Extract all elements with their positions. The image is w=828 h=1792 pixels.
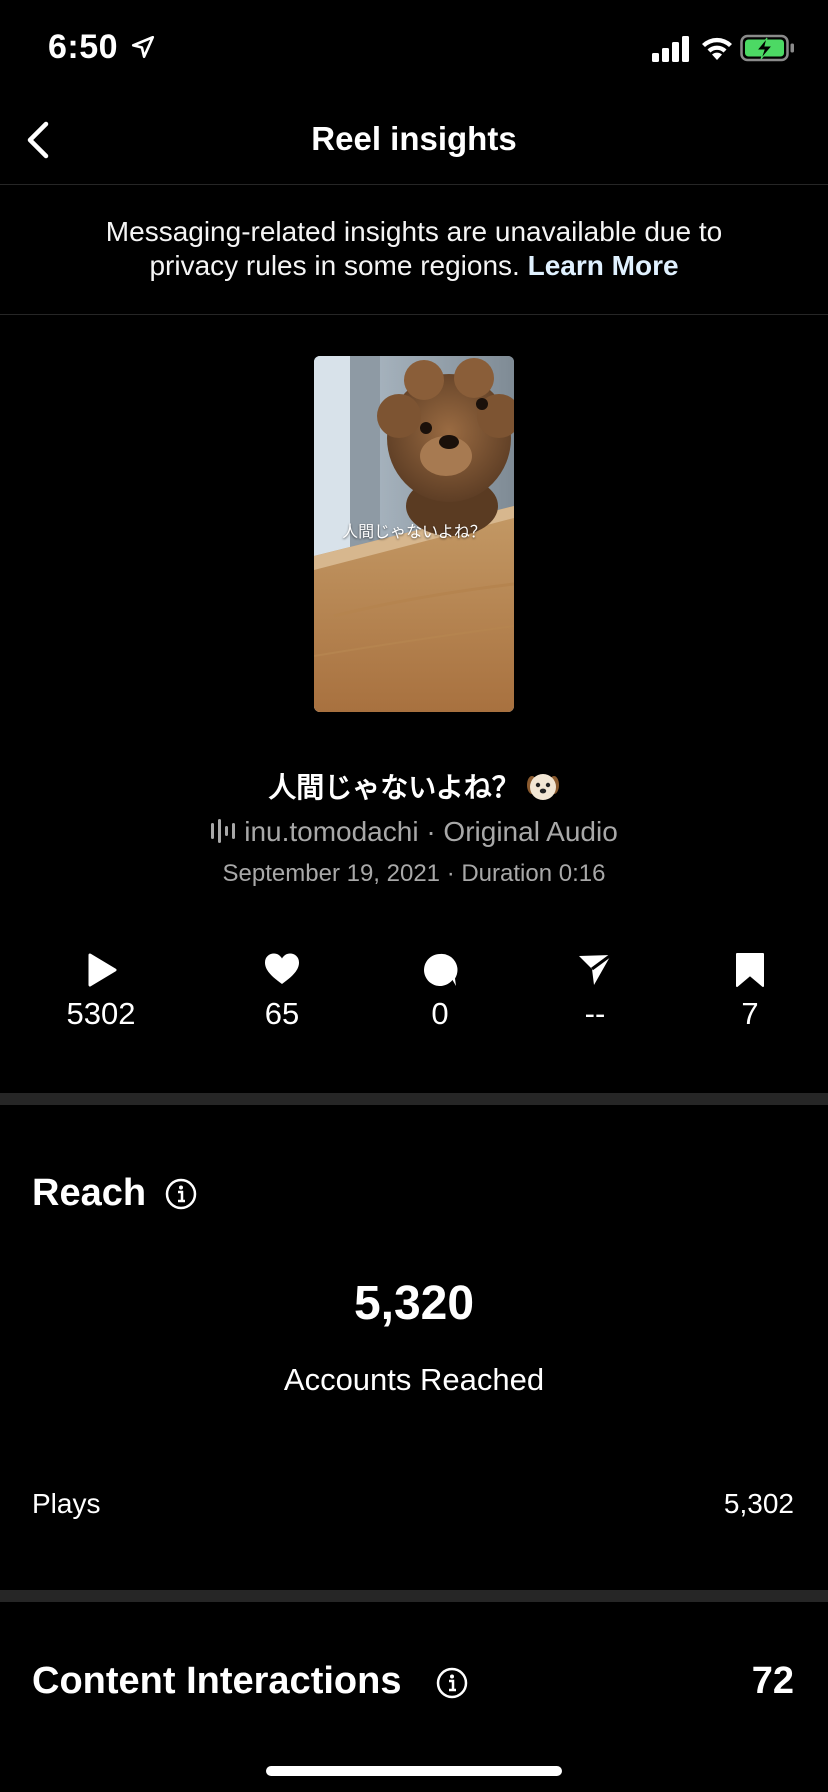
nav-bar: Reel insights <box>0 100 828 185</box>
dog-face-emoji-icon <box>526 774 559 800</box>
audio-label: inu.tomodachi · Original Audio <box>244 816 618 847</box>
reel-date-duration: September 19, 2021 · Duration 0:16 <box>222 860 606 887</box>
reel-title: 人間じゃないよね？ <box>0 766 828 806</box>
content-interactions-title: Content Interactions <box>32 1660 402 1702</box>
stat-comments: 0 <box>370 952 510 1032</box>
reach-title: Reach <box>32 1172 147 1214</box>
stat-likes: 65 <box>212 952 352 1032</box>
status-time: 6:50 <box>48 28 119 66</box>
saves-count: 7 <box>741 996 759 1031</box>
cellular-signal-icon <box>652 36 689 62</box>
accounts-reached-label: Accounts Reached <box>283 1362 545 1397</box>
stat-shares: -- <box>525 952 665 1032</box>
plays-row-label: Plays <box>32 1488 101 1519</box>
battery-charging-icon <box>740 34 794 62</box>
page-title: Reel insights <box>311 120 517 157</box>
content-interactions-value: 72 <box>751 1660 794 1702</box>
shares-count: -- <box>584 996 606 1031</box>
thumbnail-caption: 人間じゃないよね？ <box>342 522 486 541</box>
section-divider <box>0 1590 828 1602</box>
heart-icon <box>265 953 299 984</box>
section-divider <box>0 1093 828 1105</box>
audio-info[interactable]: inu.tomodachi · Original Audio <box>0 816 828 848</box>
send-paper-plane-icon <box>579 953 612 985</box>
audio-waveform-icon <box>211 819 236 843</box>
status-bar: 6:50 <box>0 0 828 100</box>
comment-icon <box>424 953 458 986</box>
plays-row-value: 5,302 <box>723 1488 794 1519</box>
home-indicator <box>266 1766 562 1776</box>
plays-count: 5302 <box>66 996 136 1031</box>
comments-count: 0 <box>431 996 449 1031</box>
likes-count: 65 <box>264 996 300 1031</box>
location-arrow-icon <box>131 35 155 59</box>
stat-plays: 5302 <box>31 952 171 1032</box>
learn-more-link[interactable]: Learn More <box>528 250 679 281</box>
bookmark-icon <box>736 953 764 987</box>
play-icon <box>88 953 117 987</box>
reel-title-text: 人間じゃないよね？ <box>268 772 520 803</box>
wifi-icon <box>702 37 732 60</box>
reach-info-icon[interactable] <box>165 1178 197 1210</box>
accounts-reached-value: 5,320 <box>353 1277 475 1330</box>
stat-saves: 7 <box>680 952 820 1032</box>
privacy-notice: Messaging-related insights are unavailab… <box>0 185 828 315</box>
reel-thumbnail[interactable]: 人間じゃないよね？ <box>314 356 514 712</box>
content-interactions-info-icon[interactable] <box>436 1667 468 1699</box>
